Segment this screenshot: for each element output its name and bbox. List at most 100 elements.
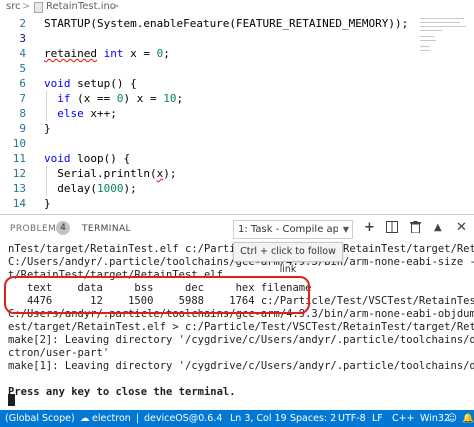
terminal-line: Press any key to close the terminal. <box>8 386 236 398</box>
code-token: 1000 <box>96 182 124 195</box>
chevron-up-icon[interactable]: ▲ <box>434 221 442 235</box>
code-token: void <box>44 152 71 165</box>
code-token: Serial.println( <box>44 167 157 180</box>
status-encoding[interactable]: UTF-8 <box>338 410 366 427</box>
breadcrumb-folder[interactable]: src <box>6 0 21 14</box>
code-token: x = <box>123 47 157 60</box>
line-number: 7 <box>19 92 26 105</box>
code-token: else <box>57 107 84 120</box>
code-token: ); <box>163 167 177 180</box>
code-token: } <box>44 197 51 210</box>
breadcrumb-trail-separator: > <box>111 1 120 12</box>
indent-guide <box>46 166 47 196</box>
highlight-annotation <box>4 276 310 314</box>
tab-terminal[interactable]: TERMINAL <box>82 224 131 234</box>
smiley-icon[interactable]: ☺ <box>447 410 457 427</box>
code-line[interactable]: 5 <box>0 61 474 76</box>
code-line[interactable]: 12 Serial.println(x); <box>0 166 474 181</box>
tab-problems[interactable]: PROBLEMS <box>10 224 62 234</box>
line-number: 2 <box>19 17 26 30</box>
chevron-down-icon: ▼ <box>342 225 349 234</box>
line-number: 4 <box>19 47 26 60</box>
plus-icon[interactable]: + <box>364 221 375 235</box>
terminal-line: make[1]: Leaving directory '/cygdrive/c/… <box>8 360 474 372</box>
panel-header: PROBLEMS 4 TERMINAL 1: Task - Compile ap… <box>0 215 474 243</box>
status-eol[interactable]: LF <box>372 410 383 427</box>
minimap[interactable] <box>420 14 472 84</box>
code-line[interactable]: 2 STARTUP(System.enableFeature(FEATURE_RE… <box>0 16 474 31</box>
code-line[interactable]: 8 else x++; <box>0 106 474 121</box>
code-token: if <box>57 92 71 105</box>
line-number: 13 <box>12 182 26 195</box>
code-token: loop() { <box>70 152 131 165</box>
indent-guide <box>46 91 47 121</box>
line-number: 12 <box>12 167 26 180</box>
status-cursor-position[interactable]: Ln 3, Col 19 <box>230 410 287 427</box>
line-number: 5 <box>19 62 26 75</box>
bell-icon[interactable]: 🔔 <box>462 410 474 427</box>
status-indentation[interactable]: Spaces: 2 <box>290 410 336 427</box>
terminal-select[interactable]: 1: Task - Compile applic ▼ <box>233 220 353 239</box>
terminal-select-value: 1: Task - Compile applic <box>238 224 338 235</box>
code-line[interactable]: 14} <box>0 196 474 211</box>
breadcrumb: src > RetainTest.ino > <box>0 0 474 14</box>
code-token: x++; <box>83 107 117 120</box>
terminal-output[interactable]: nTest/target/RetainTest.elf c:/Particle/… <box>0 243 474 411</box>
code-token: (x == <box>70 92 117 105</box>
code-text: delay(1000); <box>44 181 137 196</box>
file-icon <box>34 2 43 13</box>
status-platform[interactable]: Win32 <box>420 410 450 427</box>
code-text: if (x == 0) x = 10; <box>44 91 183 106</box>
terminal-line: make[2]: Leaving directory '/cygdrive/c/… <box>8 334 474 346</box>
cloud-icon: ☁ <box>80 413 90 424</box>
code-line[interactable]: 3 <box>0 31 474 46</box>
line-number: 14 <box>12 197 26 210</box>
line-number: 10 <box>12 137 26 150</box>
code-token: void <box>44 77 71 90</box>
status-separator: | <box>136 413 140 424</box>
code-token: retained <box>44 47 97 60</box>
code-text: void loop() { <box>44 151 130 166</box>
line-number: 3 <box>19 32 26 45</box>
code-token: ); <box>123 182 137 195</box>
terminal-cursor <box>8 394 15 406</box>
code-line[interactable]: 9} <box>0 121 474 136</box>
status-language[interactable]: C++ <box>392 410 415 427</box>
code-editor[interactable]: 2 STARTUP(System.enableFeature(FEATURE_RE… <box>0 14 474 214</box>
code-token: 10 <box>163 92 177 105</box>
status-device-os[interactable]: deviceOS@0.6.4 <box>144 410 222 427</box>
code-token: ) x = <box>123 92 164 105</box>
breadcrumb-file[interactable]: RetainTest.ino <box>46 0 116 14</box>
code-token: delay( <box>44 182 97 195</box>
code-text: STARTUP(System.enableFeature(FEATURE_RET… <box>44 16 408 31</box>
status-scope[interactable]: (Global Scope) <box>5 410 75 427</box>
code-text: } <box>44 196 51 211</box>
code-text: else x++; <box>44 106 117 121</box>
code-text: } <box>44 121 51 136</box>
code-line[interactable]: 7 if (x == 0) x = 10; <box>0 91 474 106</box>
code-token: setup() { <box>70 77 137 90</box>
link-tooltip: Ctrl + click to follow link <box>233 242 343 275</box>
code-line[interactable]: 6 void setup() { <box>0 76 474 91</box>
code-token: ; <box>176 92 184 105</box>
status-bar: (Global Scope) ☁ electron | deviceOS@0.6… <box>0 410 474 427</box>
line-number: 11 <box>12 152 26 165</box>
code-line[interactable]: 10 <box>0 136 474 151</box>
status-user[interactable]: electron <box>92 410 131 427</box>
code-text: retained int x = 0; <box>44 46 170 61</box>
terminal-line: est/target/RetainTest.elf > c:/Particle/… <box>8 321 474 333</box>
breadcrumb-separator: > <box>22 1 31 12</box>
line-number: 6 <box>19 77 26 90</box>
problems-count-badge: 4 <box>56 221 70 235</box>
code-line[interactable]: 4 retained int x = 0; <box>0 46 474 61</box>
code-line[interactable]: 11 void loop() { <box>0 151 474 166</box>
code-line[interactable]: 13 delay(1000); <box>0 181 474 196</box>
trash-icon[interactable] <box>410 221 421 237</box>
split-icon[interactable] <box>386 221 398 237</box>
terminal-line: ctron/user-part' <box>8 347 110 359</box>
close-icon[interactable]: ✕ <box>456 221 467 235</box>
code-token: } <box>44 122 51 135</box>
code-text: Serial.println(x); <box>44 166 176 181</box>
line-number: 9 <box>19 122 26 135</box>
